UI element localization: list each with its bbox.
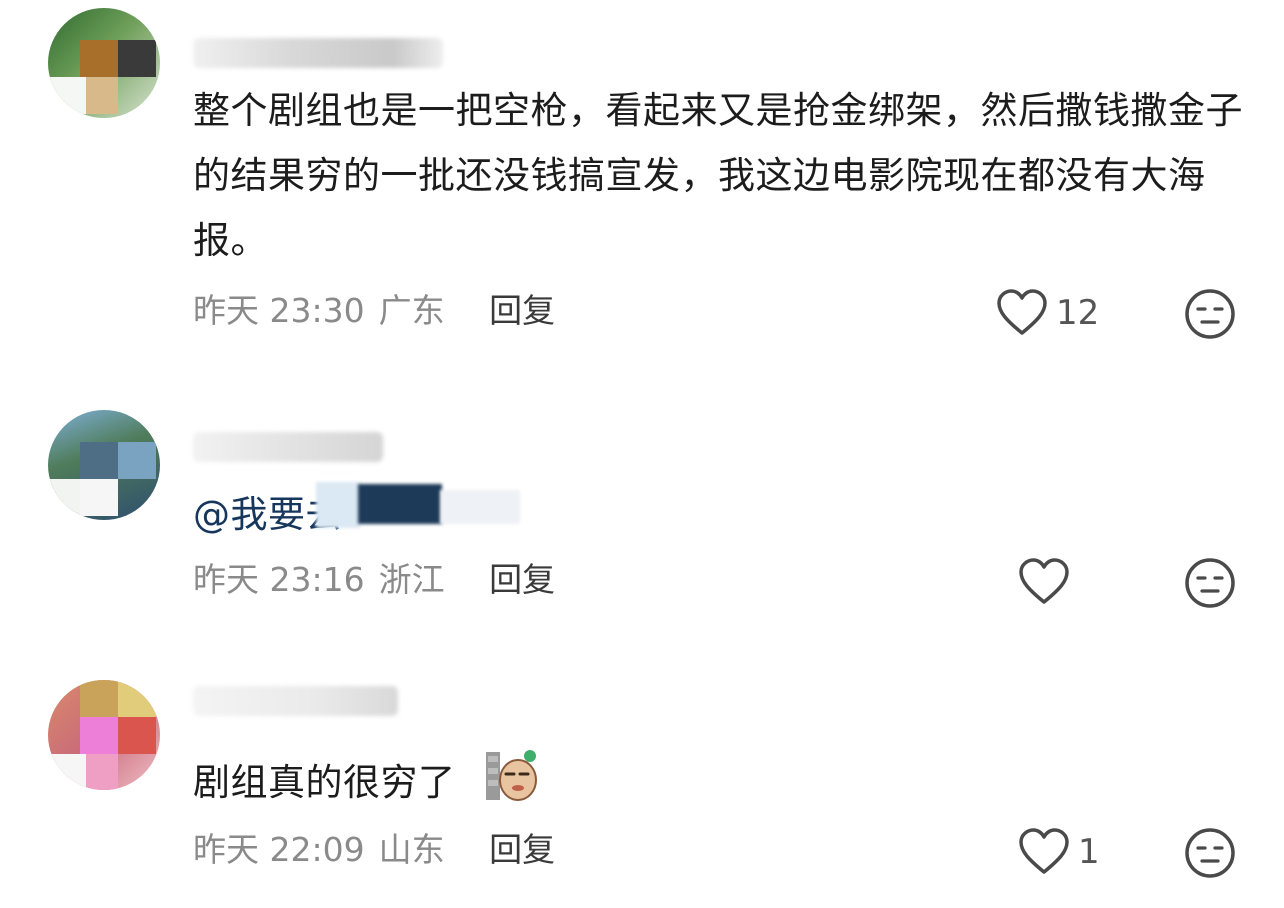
redacted-mention (440, 490, 520, 524)
neutral-face-icon[interactable] (1184, 557, 1236, 609)
heart-outline-icon (997, 289, 1047, 335)
neutral-face-icon[interactable] (1184, 288, 1236, 340)
heart-outline-icon (1019, 558, 1069, 604)
like-button[interactable] (1018, 557, 1078, 607)
username-redacted[interactable] (193, 686, 398, 716)
neutral-face-icon[interactable] (1184, 827, 1236, 879)
comment-location: 山东 (378, 830, 445, 869)
comment-text: 整个剧组也是一把空枪，看起来又是抢金绑架，然后撒钱撒金子的结果穷的一批还没钱搞宣… (193, 89, 1243, 262)
comment-meta: 昨天 22:09 山东 回复 (193, 830, 555, 870)
redacted-mention (316, 482, 360, 528)
comment-location: 浙江 (378, 560, 445, 599)
comment-meta: 昨天 23:30 广东 回复 (193, 291, 555, 331)
like-count: 12 (1056, 293, 1100, 333)
comment-location: 广东 (378, 291, 445, 330)
reply-button[interactable]: 回复 (489, 560, 555, 599)
like-button[interactable]: 12 (996, 288, 1099, 338)
username-redacted[interactable] (193, 432, 383, 462)
heart-outline-icon (1019, 828, 1069, 874)
redacted-mention (358, 484, 442, 524)
username-redacted[interactable] (193, 38, 443, 68)
comment-time: 昨天 23:16 (193, 560, 365, 599)
user-avatar[interactable] (48, 8, 160, 118)
comment-text-content: 剧组真的很穷了 (193, 761, 456, 804)
reply-button[interactable]: 回复 (489, 830, 555, 869)
sticker-emoji (486, 750, 537, 801)
user-avatar[interactable] (48, 680, 160, 790)
comment-time: 昨天 22:09 (193, 830, 365, 869)
user-avatar[interactable] (48, 410, 160, 520)
like-count: 1 (1078, 832, 1100, 872)
comment-meta: 昨天 23:16 浙江 回复 (193, 560, 555, 600)
reply-button[interactable]: 回复 (489, 291, 555, 330)
comment-text: 剧组真的很穷了 (193, 750, 1253, 815)
comment-time: 昨天 23:30 (193, 291, 365, 330)
like-button[interactable]: 1 (1018, 827, 1100, 877)
